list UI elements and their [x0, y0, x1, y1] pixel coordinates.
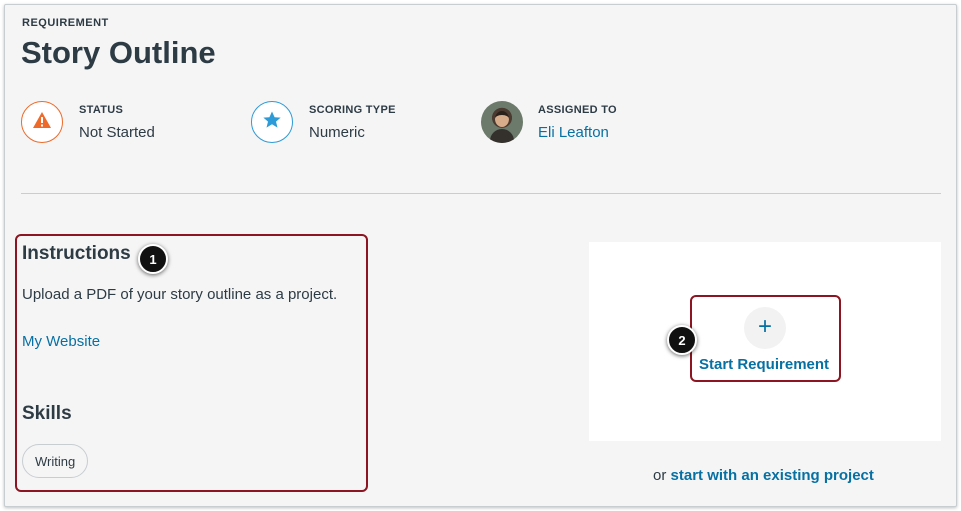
- callout-highlight-start: [690, 295, 841, 382]
- requirement-panel: REQUIREMENT Story Outline STATUS Not Sta…: [4, 4, 957, 507]
- status-meta: STATUS Not Started: [21, 97, 155, 147]
- assigned-user-link[interactable]: Eli Leafton: [538, 124, 617, 141]
- callout-badge: 1: [138, 244, 168, 274]
- footer-prefix: or: [653, 467, 667, 484]
- scoring-value: Numeric: [309, 123, 365, 141]
- existing-project-line: or start with an existing project: [653, 467, 874, 484]
- status-label: STATUS: [79, 103, 124, 116]
- callout-highlight-instructions: [15, 234, 368, 492]
- status-value: Not Started: [79, 123, 155, 141]
- star-icon: [262, 110, 282, 135]
- page-eyebrow: REQUIREMENT: [22, 17, 109, 29]
- existing-project-link[interactable]: start with an existing project: [671, 467, 874, 484]
- callout-badge: 2: [667, 325, 697, 355]
- page-title: Story Outline: [21, 35, 216, 70]
- assigned-meta: ASSIGNED TO Eli Leafton: [481, 97, 617, 147]
- status-indicator: [21, 101, 63, 143]
- scoring-label: SCORING TYPE: [309, 103, 396, 116]
- avatar: [481, 101, 523, 143]
- divider: [21, 193, 941, 194]
- warning-icon: [32, 111, 52, 134]
- scoring-indicator: [251, 101, 293, 143]
- scoring-meta: SCORING TYPE Numeric: [251, 97, 396, 147]
- assigned-label: ASSIGNED TO: [538, 103, 617, 116]
